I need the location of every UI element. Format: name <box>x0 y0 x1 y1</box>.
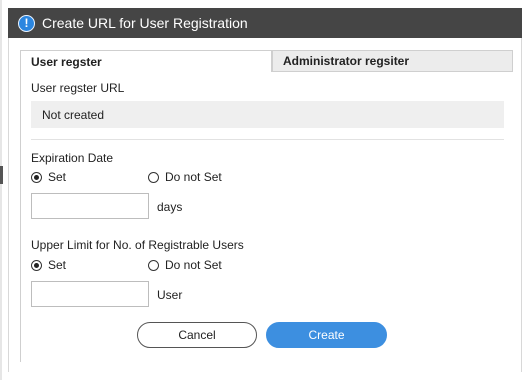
radio-checked-icon <box>31 259 42 271</box>
user-limit-set-label: Set <box>48 258 67 272</box>
user-limit-label: Upper Limit for No. of Registrable Users <box>31 238 244 252</box>
expiration-label: Expiration Date <box>31 151 114 165</box>
user-limit-not-set-radio[interactable]: Do not Set <box>148 258 222 272</box>
expiration-not-set-radio[interactable]: Do not Set <box>148 170 222 184</box>
user-limit-set-radio[interactable]: Set <box>31 258 66 272</box>
create-button[interactable]: Create <box>266 322 387 348</box>
tab-bar: User regster Administrator regsiter <box>20 50 513 72</box>
radio-checked-icon <box>31 171 42 183</box>
registration-dialog: User regster Administrator regsiter User… <box>8 38 522 372</box>
window-left-edge <box>0 0 3 380</box>
expiration-set-radio[interactable]: Set <box>31 170 66 184</box>
expiration-days-input[interactable] <box>31 193 149 219</box>
section-divider <box>31 139 504 140</box>
info-icon: ! <box>18 14 35 32</box>
cancel-button[interactable]: Cancel <box>137 322 257 348</box>
dialog-title: Create URL for User Registration <box>42 15 248 31</box>
user-limit-unit: User <box>157 288 183 302</box>
url-label: User regster URL <box>31 81 125 95</box>
user-limit-input[interactable] <box>31 281 149 307</box>
dialog-titlebar: ! Create URL for User Registration <box>8 8 522 38</box>
expiration-unit: days <box>157 200 183 214</box>
edge-marker <box>0 166 3 184</box>
tab-administrator-register[interactable]: Administrator regsiter <box>272 50 513 72</box>
expiration-not-set-label: Do not Set <box>165 170 222 184</box>
radio-unchecked-icon <box>148 259 159 271</box>
tab-panel: User regster URL Not created Expiration … <box>20 72 513 362</box>
url-display: Not created <box>31 101 504 128</box>
expiration-set-label: Set <box>48 170 67 184</box>
tab-user-register[interactable]: User regster <box>20 50 272 72</box>
url-value: Not created <box>42 107 105 122</box>
radio-unchecked-icon <box>148 171 159 183</box>
user-limit-not-set-label: Do not Set <box>165 258 222 272</box>
